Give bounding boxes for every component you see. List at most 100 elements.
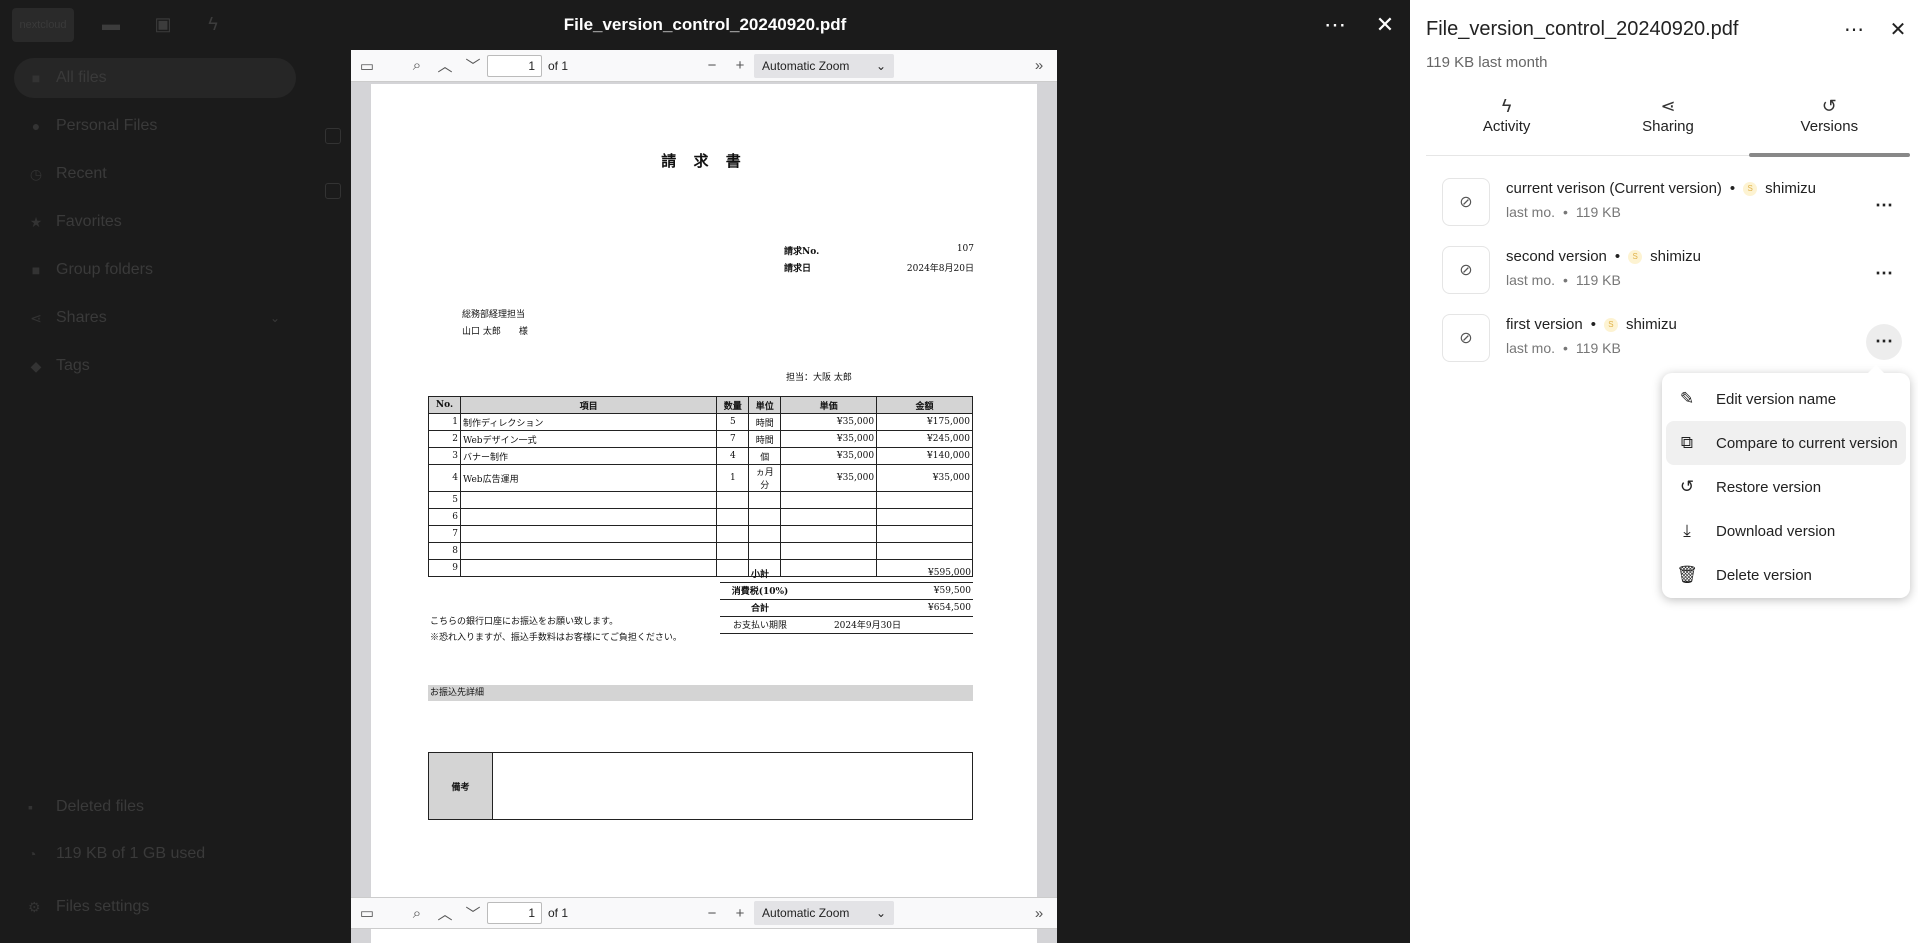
trash-icon: 🗑 (1676, 565, 1698, 584)
version-actions-button[interactable]: ⋯ (1866, 256, 1902, 292)
tab-label: Sharing (1642, 118, 1694, 135)
table-cell: 4 (428, 464, 461, 492)
page-number-input[interactable]: 1 (487, 902, 542, 924)
column-header: No. (428, 396, 461, 414)
zoom-in-icon[interactable]: + (726, 899, 754, 927)
menu-item-compare-to-current[interactable]: ⧉ Compare to current version (1666, 421, 1906, 465)
nav-item-recent: ◷ Recent (14, 154, 296, 194)
menu-item-edit-version-name[interactable]: ✎ Edit version name (1666, 377, 1906, 421)
zoom-in-icon[interactable]: + (726, 52, 754, 80)
sidebar-title: File_version_control_20240920.pdf (1426, 18, 1739, 40)
table-cell (876, 508, 973, 526)
nav-item-tags: ◆ Tags (14, 346, 296, 386)
due-row: お支払い期限 2024年9月30日 (720, 616, 973, 634)
next-page-icon[interactable]: ﹀ (459, 52, 487, 80)
invoice-no-value: 107 (956, 244, 974, 254)
version-time: last mo. (1506, 340, 1556, 356)
table-cell: 1 (716, 464, 750, 492)
menu-item-restore-version[interactable]: ↺ Restore version (1666, 465, 1906, 509)
version-item[interactable]: ⊘ first version • S shimizu last mo. • 119… (1442, 312, 1902, 364)
file-checkbox (325, 183, 341, 199)
table-cell (748, 542, 782, 560)
pdf-page: 請 求 書 請求No. 107 請求日 2024年8月20日 総務部経理担当 山… (371, 84, 1037, 943)
tools-menu-icon[interactable]: » (1025, 899, 1053, 927)
viewer-close-button[interactable]: ✕ (1372, 12, 1398, 38)
sidebar-close-button[interactable]: ✕ (1884, 16, 1912, 44)
nav-item-label: Tags (56, 357, 90, 374)
table-cell (459, 542, 718, 560)
page-number-input[interactable]: 1 (487, 54, 542, 77)
zoom-select[interactable]: Automatic Zoom ⌄ (754, 901, 895, 925)
menu-item-label: Edit version name (1716, 390, 1837, 408)
version-meta-line: last mo. • 119 KB (1506, 272, 1621, 288)
version-item[interactable]: ⊘ current verison (Current version) • S … (1442, 176, 1902, 228)
remarks-box: 備考 (428, 752, 973, 820)
share-icon: ⋖ (1660, 96, 1676, 116)
version-name: second version (1506, 248, 1607, 265)
version-title-line: second version • S shimizu (1506, 248, 1701, 265)
tools-menu-icon[interactable]: » (1025, 52, 1053, 80)
user-avatar: S (1603, 317, 1618, 332)
clock-icon: ◷ (29, 166, 43, 182)
version-item[interactable]: ⊘ second version • S shimizu last mo. • 11… (1442, 244, 1902, 296)
zoom-select[interactable]: Automatic Zoom ⌄ (754, 53, 895, 78)
nav-item-favorites: ★ Favorites (14, 202, 296, 242)
previous-page-icon[interactable]: ︿ (431, 899, 459, 927)
pdf-viewer[interactable]: ▭ ⌕ ︿ ﹀ 1 of 1 − + Automatic Zoom ⌄ » 請 求… (351, 50, 1057, 943)
subtotal-label: 小計 (720, 565, 800, 583)
table-cell: 8 (428, 542, 461, 560)
table-row: 2 Webデザイン一式 7 時間 ¥35,000 ¥245,000 (428, 430, 973, 448)
sidebar-more-button[interactable]: ⋯ (1840, 16, 1868, 44)
nav-item-deleted-files: ▪ Deleted files (14, 798, 296, 816)
tab-activity[interactable]: ϟ Activity (1426, 92, 1587, 155)
user-icon: ● (31, 118, 41, 134)
column-header: 数量 (716, 396, 750, 414)
table-cell (748, 508, 782, 526)
table-cell (748, 491, 782, 509)
version-author: shimizu (1650, 248, 1702, 265)
next-page-icon[interactable]: ﹀ (459, 899, 487, 927)
zoom-out-icon[interactable]: − (698, 52, 726, 80)
quota-indicator: ◔ 119 KB of 1 GB used (14, 845, 296, 863)
table-cell: Web広告運用 (459, 464, 718, 492)
version-size: 119 KB (1575, 272, 1621, 288)
nav-item-label: Shares (56, 309, 107, 326)
menu-item-label: Download version (1716, 522, 1836, 540)
payment-note-2: ※恐れ入りますが、振込手数料はお客様にてご負担ください。 (430, 633, 682, 643)
version-actions-button[interactable]: ⋯ (1866, 324, 1902, 360)
table-row: 7 (428, 525, 973, 543)
no-preview-icon: ⊘ (1442, 178, 1490, 226)
table-cell: ヵ月分 (748, 464, 782, 492)
table-cell (716, 508, 750, 526)
tab-sharing[interactable]: ⋖ Sharing (1587, 92, 1748, 155)
table-cell (876, 542, 973, 560)
sidebar-toggle-icon[interactable]: ▭ (353, 52, 381, 80)
table-cell: 時間 (748, 413, 782, 431)
version-size: 119 KB (1575, 204, 1621, 220)
nav-item-label: All files (56, 69, 107, 86)
nav-item-group-folders: ■ Group folders (14, 250, 296, 290)
menu-item-delete-version[interactable]: 🗑 Delete version (1666, 553, 1906, 597)
previous-page-icon[interactable]: ︿ (431, 52, 459, 80)
search-icon[interactable]: ⌕ (403, 899, 431, 927)
pdf-toolbar-top: ▭ ⌕ ︿ ﹀ 1 of 1 − + Automatic Zoom ⌄ » (351, 50, 1057, 82)
nav-item-files-settings: ⚙ Files settings (14, 898, 296, 916)
viewer-more-button[interactable]: ⋯ (1322, 12, 1348, 38)
tab-versions[interactable]: ↺ Versions (1748, 92, 1911, 157)
sidebar-toggle-icon[interactable]: ▭ (353, 899, 381, 927)
column-header: 単位 (748, 396, 782, 414)
version-size: 119 KB (1575, 340, 1621, 356)
table-cell: 5 (716, 413, 750, 431)
separator-dot: • (1729, 180, 1736, 197)
zoom-out-icon[interactable]: − (698, 899, 726, 927)
search-icon[interactable]: ⌕ (403, 52, 431, 80)
table-cell: 3 (428, 447, 461, 465)
version-actions-menu: ✎ Edit version name ⧉ Compare to current v… (1662, 365, 1910, 598)
files-navigation: ■ All files ● Personal Files ◷ Recent ★ Favo… (14, 58, 296, 394)
table-cell: 4 (716, 447, 750, 465)
version-meta-line: last mo. • 119 KB (1506, 204, 1621, 220)
menu-item-download-version[interactable]: ⤓ Download version (1666, 509, 1906, 553)
table-cell (459, 491, 718, 509)
chevron-down-icon: ⌄ (875, 58, 887, 73)
version-actions-button[interactable]: ⋯ (1866, 188, 1902, 224)
